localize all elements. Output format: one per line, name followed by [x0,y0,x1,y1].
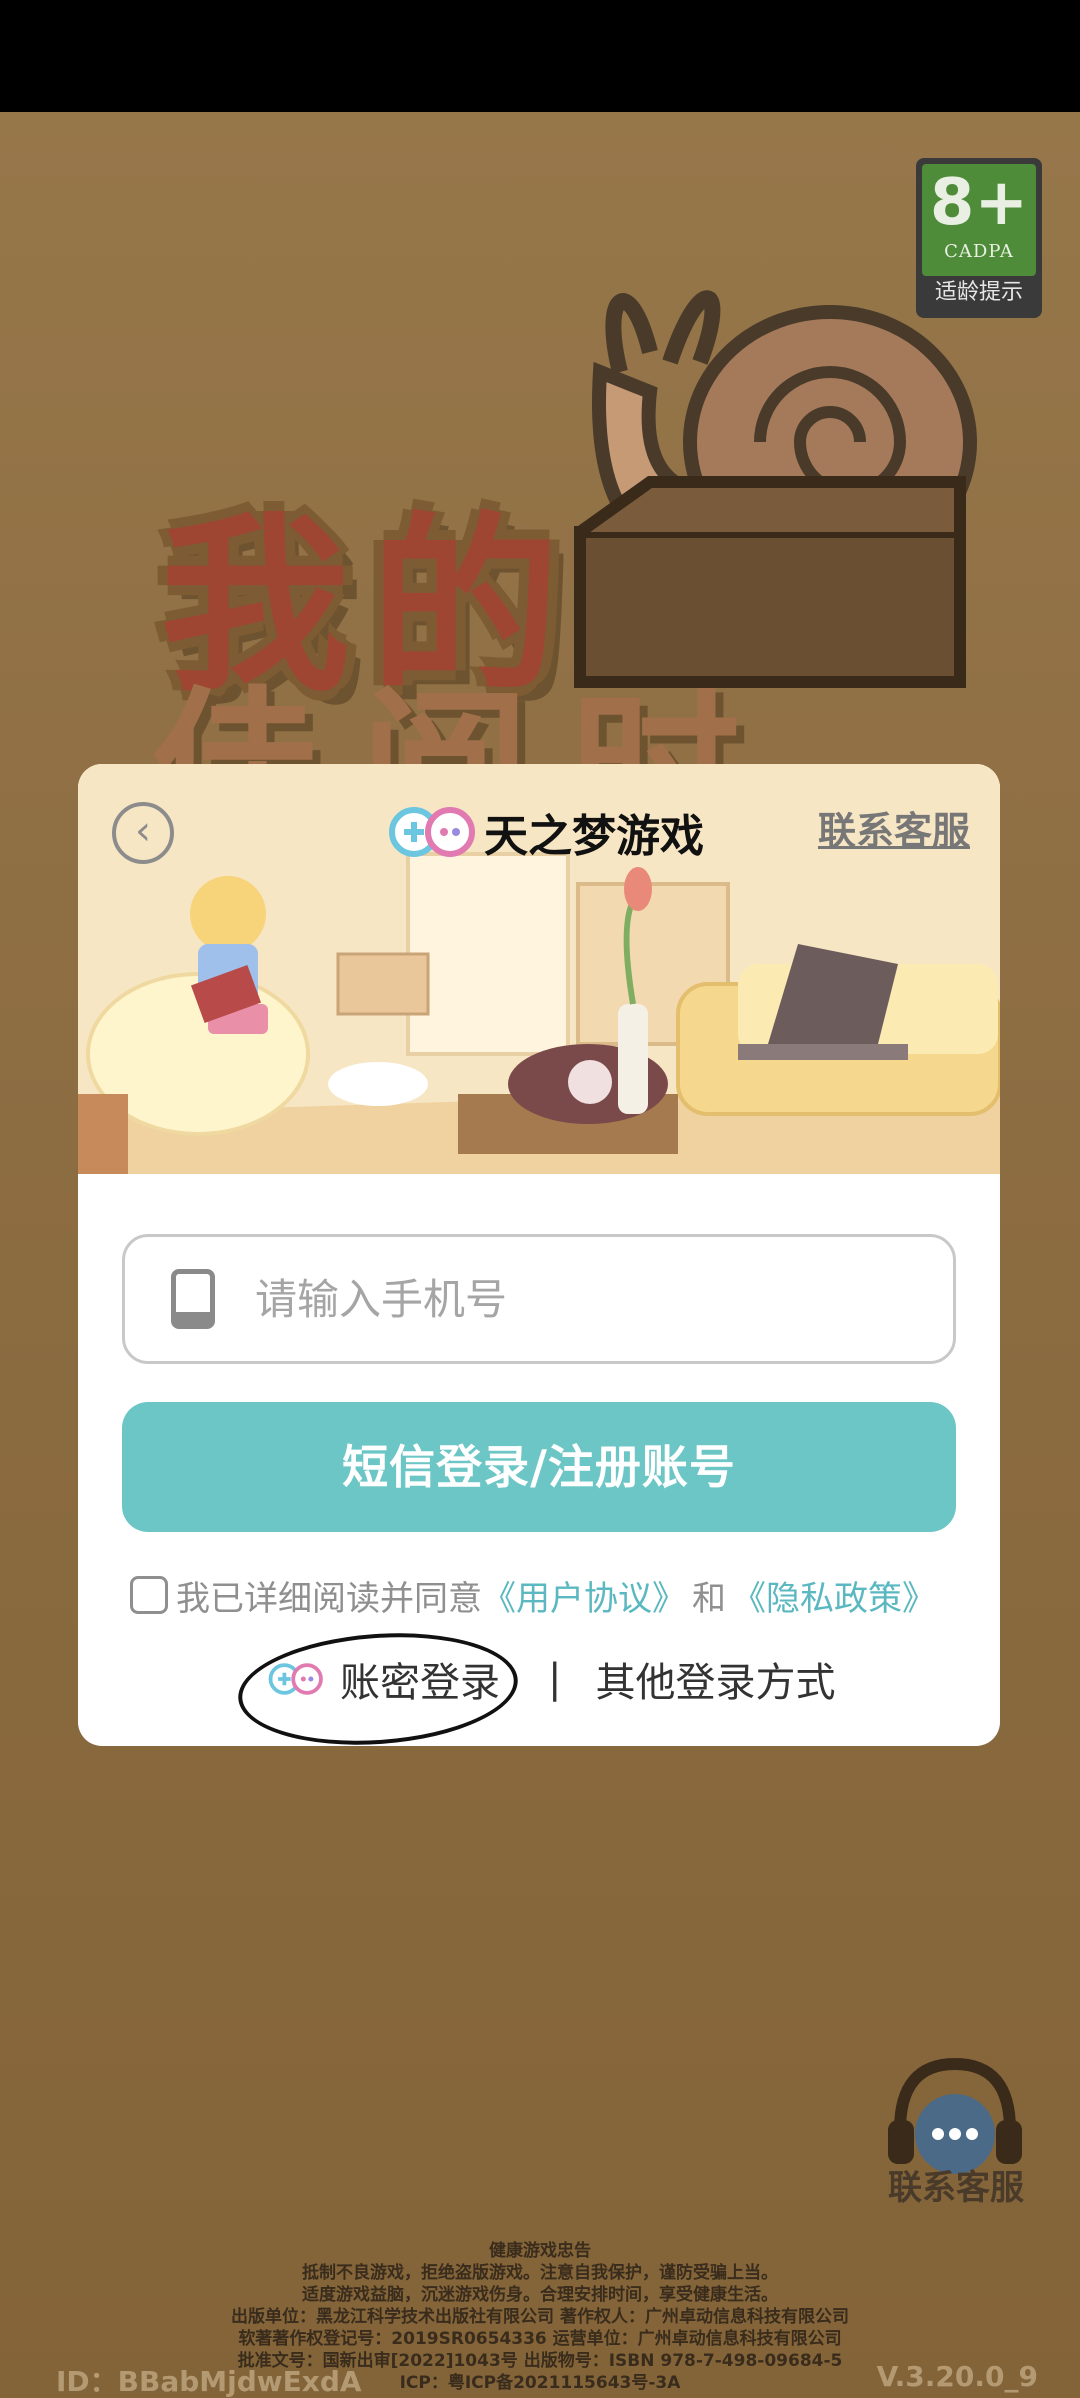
phone-number-input[interactable] [255,1274,875,1324]
account-login-button[interactable]: 账密登录 [234,1624,522,1746]
footer-line: 健康游戏忠告 [489,2241,591,2261]
app-version: V.3.20.0_9 [876,2360,1038,2393]
footer-line: 适度游戏益脑，沉迷游戏伤身。合理安排时间，享受健康生活。 [302,2285,778,2305]
status-bar [0,0,1080,112]
agreement-checkbox[interactable] [130,1576,168,1614]
brand-name: 天之梦游戏 [484,811,704,862]
footer-line: 出版单位：黑龙江科学技术出版社有限公司 著作权人：广州卓动信息科技有限公司 [231,2307,849,2327]
agreement-row: 我已详细阅读并同意 《用户协议》 和 《隐私政策》 [130,1570,936,1620]
device-id: ID：BBabMjdwExdA [56,2365,362,2398]
age-rating-label: 适龄提示 [934,280,1023,305]
sms-login-button[interactable]: 短信登录/注册账号 [122,1402,956,1532]
privacy-policy-link[interactable]: 《隐私政策》 [732,1571,936,1620]
back-button[interactable]: ‹ [112,802,174,864]
footer-line: 软著著作权登记号：2019SR0654336 运营单位：广州卓动信息科技有限公司 [238,2329,842,2349]
brand-logo-icon [389,807,475,857]
agreement-and-text: 和 [692,1578,726,1619]
footer-line: 抵制不良游戏，拒绝盗版游戏。注意自我保护，谨防受骗上当。 [302,2263,778,2283]
login-separator: | [548,1656,562,1702]
user-agreement-link[interactable]: 《用户协议》 [482,1571,686,1620]
alternate-login-row: 账密登录 | 其他登录方式 [234,1624,835,1746]
dialog-banner-illustration: ‹ 天之梦游戏 联系客服 [78,764,1000,1174]
contact-service-link[interactable]: 联系客服 [818,800,970,855]
age-rating-org: CADPA [944,241,1014,262]
hand-drawn-circle-annotation [234,1624,522,1746]
chevron-left-icon: ‹ [135,808,151,854]
brand: 天之梦游戏 [388,802,704,862]
phone-icon [171,1269,215,1329]
phone-number-field[interactable] [122,1234,956,1364]
age-rating-number: 8+ [929,166,1029,240]
agreement-text: 我已详细阅读并同意 [176,1578,482,1619]
other-login-methods-button[interactable]: 其他登录方式 [595,1650,835,1708]
age-rating-badge: 8+ CADPA 适龄提示 [916,158,1042,318]
login-dialog: ‹ 天之梦游戏 联系客服 短信登录/注册账号 我已详细阅读并同意 《用户协议》 … [78,764,1000,1746]
customer-service-label[interactable]: 联系客服 [888,2160,1024,2209]
